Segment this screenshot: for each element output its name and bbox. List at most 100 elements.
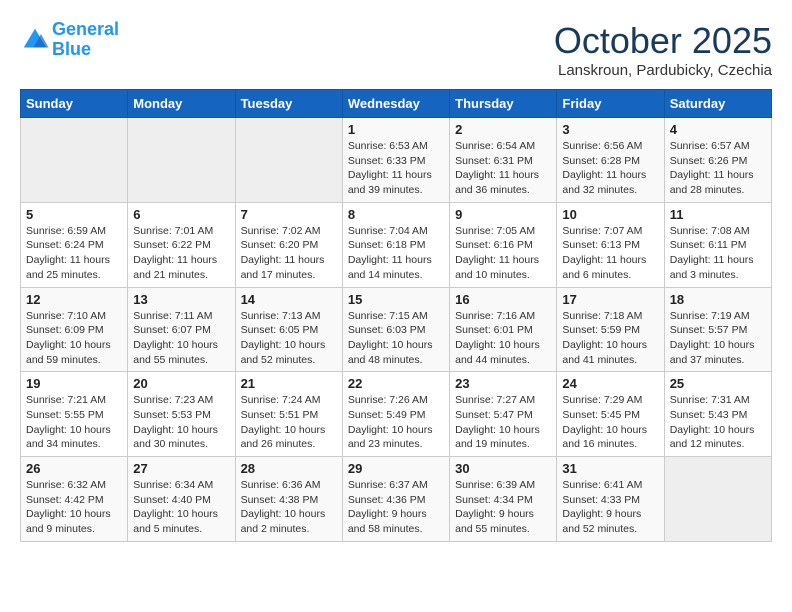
header-monday: Monday <box>128 90 235 118</box>
day-number: 19 <box>26 376 122 391</box>
calendar-cell <box>235 118 342 203</box>
calendar-cell: 15 Sunrise: 7:15 AMSunset: 6:03 PMDayligh… <box>342 287 449 372</box>
calendar-cell: 28 Sunrise: 6:36 AMSunset: 4:38 PMDayligh… <box>235 457 342 542</box>
header-wednesday: Wednesday <box>342 90 449 118</box>
day-number: 23 <box>455 376 551 391</box>
calendar-cell: 7 Sunrise: 7:02 AMSunset: 6:20 PMDaylight… <box>235 202 342 287</box>
calendar-cell: 12Sunrise: 7:10 AMSunset: 6:09 PMDayligh… <box>21 287 128 372</box>
day-info: Sunrise: 6:57 AMSunset: 6:26 PMDaylight:… <box>670 139 766 198</box>
header-sunday: Sunday <box>21 90 128 118</box>
logo-text: General Blue <box>52 20 119 60</box>
day-number: 3 <box>562 122 658 137</box>
calendar-cell: 26Sunrise: 6:32 AMSunset: 4:42 PMDayligh… <box>21 457 128 542</box>
day-info: Sunrise: 7:16 AMSunset: 6:01 PMDaylight:… <box>455 309 551 368</box>
day-info: Sunrise: 7:02 AMSunset: 6:20 PMDaylight:… <box>241 224 337 283</box>
calendar-cell: 3 Sunrise: 6:56 AMSunset: 6:28 PMDaylight… <box>557 118 664 203</box>
calendar-cell: 9 Sunrise: 7:05 AMSunset: 6:16 PMDaylight… <box>450 202 557 287</box>
calendar-header-row: SundayMondayTuesdayWednesdayThursdayFrid… <box>21 90 772 118</box>
calendar-cell <box>21 118 128 203</box>
day-number: 7 <box>241 207 337 222</box>
logo: General Blue <box>20 20 119 60</box>
calendar-cell: 31Sunrise: 6:41 AMSunset: 4:33 PMDayligh… <box>557 457 664 542</box>
day-number: 20 <box>133 376 229 391</box>
day-info: Sunrise: 6:36 AMSunset: 4:38 PMDaylight:… <box>241 478 337 537</box>
calendar-cell: 27Sunrise: 6:34 AMSunset: 4:40 PMDayligh… <box>128 457 235 542</box>
day-number: 11 <box>670 207 766 222</box>
day-number: 26 <box>26 461 122 476</box>
day-info: Sunrise: 7:01 AMSunset: 6:22 PMDaylight:… <box>133 224 229 283</box>
day-info: Sunrise: 7:05 AMSunset: 6:16 PMDaylight:… <box>455 224 551 283</box>
day-info: Sunrise: 7:13 AMSunset: 6:05 PMDaylight:… <box>241 309 337 368</box>
day-number: 9 <box>455 207 551 222</box>
day-number: 4 <box>670 122 766 137</box>
day-number: 8 <box>348 207 444 222</box>
day-number: 5 <box>26 207 122 222</box>
day-info: Sunrise: 7:07 AMSunset: 6:13 PMDaylight:… <box>562 224 658 283</box>
day-number: 27 <box>133 461 229 476</box>
calendar-cell: 11 Sunrise: 7:08 AMSunset: 6:11 PMDayligh… <box>664 202 771 287</box>
calendar-week-1: 1 Sunrise: 6:53 AMSunset: 6:33 PMDaylight… <box>21 118 772 203</box>
calendar-table: SundayMondayTuesdayWednesdayThursdayFrid… <box>20 89 772 542</box>
calendar-week-3: 12Sunrise: 7:10 AMSunset: 6:09 PMDayligh… <box>21 287 772 372</box>
day-number: 14 <box>241 292 337 307</box>
day-number: 1 <box>348 122 444 137</box>
day-number: 29 <box>348 461 444 476</box>
title-block: October 2025 Lanskroun, Pardubicky, Czec… <box>554 20 772 79</box>
calendar-cell <box>128 118 235 203</box>
calendar-body: 1 Sunrise: 6:53 AMSunset: 6:33 PMDaylight… <box>21 118 772 542</box>
day-number: 28 <box>241 461 337 476</box>
day-number: 17 <box>562 292 658 307</box>
calendar-cell: 10Sunrise: 7:07 AMSunset: 6:13 PMDayligh… <box>557 202 664 287</box>
calendar-cell: 1 Sunrise: 6:53 AMSunset: 6:33 PMDaylight… <box>342 118 449 203</box>
day-number: 15 <box>348 292 444 307</box>
calendar-cell: 8 Sunrise: 7:04 AMSunset: 6:18 PMDaylight… <box>342 202 449 287</box>
calendar-cell: 17Sunrise: 7:18 AMSunset: 5:59 PMDayligh… <box>557 287 664 372</box>
calendar-week-4: 19 Sunrise: 7:21 AMSunset: 5:55 PMDayligh… <box>21 372 772 457</box>
logo-general: General <box>52 19 119 39</box>
header-thursday: Thursday <box>450 90 557 118</box>
calendar-cell: 19 Sunrise: 7:21 AMSunset: 5:55 PMDayligh… <box>21 372 128 457</box>
header-saturday: Saturday <box>664 90 771 118</box>
day-info: Sunrise: 7:08 AMSunset: 6:11 PMDaylight:… <box>670 224 766 283</box>
calendar-week-2: 5 Sunrise: 6:59 AMSunset: 6:24 PMDaylight… <box>21 202 772 287</box>
calendar-cell: 2Sunrise: 6:54 AMSunset: 6:31 PMDaylight… <box>450 118 557 203</box>
calendar-week-5: 26Sunrise: 6:32 AMSunset: 4:42 PMDayligh… <box>21 457 772 542</box>
day-number: 13 <box>133 292 229 307</box>
day-info: Sunrise: 6:54 AMSunset: 6:31 PMDaylight:… <box>455 139 551 198</box>
day-number: 6 <box>133 207 229 222</box>
day-number: 21 <box>241 376 337 391</box>
calendar-cell: 4 Sunrise: 6:57 AMSunset: 6:26 PMDaylight… <box>664 118 771 203</box>
calendar-cell: 25 Sunrise: 7:31 AMSunset: 5:43 PMDayligh… <box>664 372 771 457</box>
location: Lanskroun, Pardubicky, Czechia <box>554 62 772 79</box>
calendar-cell: 18Sunrise: 7:19 AMSunset: 5:57 PMDayligh… <box>664 287 771 372</box>
calendar-cell: 21Sunrise: 7:24 AMSunset: 5:51 PMDayligh… <box>235 372 342 457</box>
calendar-cell: 24 Sunrise: 7:29 AMSunset: 5:45 PMDayligh… <box>557 372 664 457</box>
day-info: Sunrise: 7:11 AMSunset: 6:07 PMDaylight:… <box>133 309 229 368</box>
calendar-cell: 30Sunrise: 6:39 AMSunset: 4:34 PMDayligh… <box>450 457 557 542</box>
calendar-cell: 14 Sunrise: 7:13 AMSunset: 6:05 PMDayligh… <box>235 287 342 372</box>
day-info: Sunrise: 7:04 AMSunset: 6:18 PMDaylight:… <box>348 224 444 283</box>
day-info: Sunrise: 7:21 AMSunset: 5:55 PMDaylight:… <box>26 393 122 452</box>
calendar-cell: 16 Sunrise: 7:16 AMSunset: 6:01 PMDayligh… <box>450 287 557 372</box>
day-info: Sunrise: 6:37 AMSunset: 4:36 PMDaylight:… <box>348 478 444 537</box>
day-info: Sunrise: 7:15 AMSunset: 6:03 PMDaylight:… <box>348 309 444 368</box>
day-info: Sunrise: 6:56 AMSunset: 6:28 PMDaylight:… <box>562 139 658 198</box>
calendar-cell: 20Sunrise: 7:23 AMSunset: 5:53 PMDayligh… <box>128 372 235 457</box>
day-number: 24 <box>562 376 658 391</box>
calendar-cell: 5 Sunrise: 6:59 AMSunset: 6:24 PMDaylight… <box>21 202 128 287</box>
day-info: Sunrise: 7:29 AMSunset: 5:45 PMDaylight:… <box>562 393 658 452</box>
day-info: Sunrise: 6:53 AMSunset: 6:33 PMDaylight:… <box>348 139 444 198</box>
day-number: 25 <box>670 376 766 391</box>
day-number: 31 <box>562 461 658 476</box>
month-title: October 2025 <box>554 20 772 62</box>
day-info: Sunrise: 7:10 AMSunset: 6:09 PMDaylight:… <box>26 309 122 368</box>
page-header: General Blue October 2025 Lanskroun, Par… <box>20 20 772 79</box>
header-tuesday: Tuesday <box>235 90 342 118</box>
day-number: 16 <box>455 292 551 307</box>
day-info: Sunrise: 6:59 AMSunset: 6:24 PMDaylight:… <box>26 224 122 283</box>
logo-blue: Blue <box>52 39 91 59</box>
day-info: Sunrise: 7:31 AMSunset: 5:43 PMDaylight:… <box>670 393 766 452</box>
calendar-cell: 22Sunrise: 7:26 AMSunset: 5:49 PMDayligh… <box>342 372 449 457</box>
day-info: Sunrise: 7:26 AMSunset: 5:49 PMDaylight:… <box>348 393 444 452</box>
calendar-cell: 13 Sunrise: 7:11 AMSunset: 6:07 PMDayligh… <box>128 287 235 372</box>
